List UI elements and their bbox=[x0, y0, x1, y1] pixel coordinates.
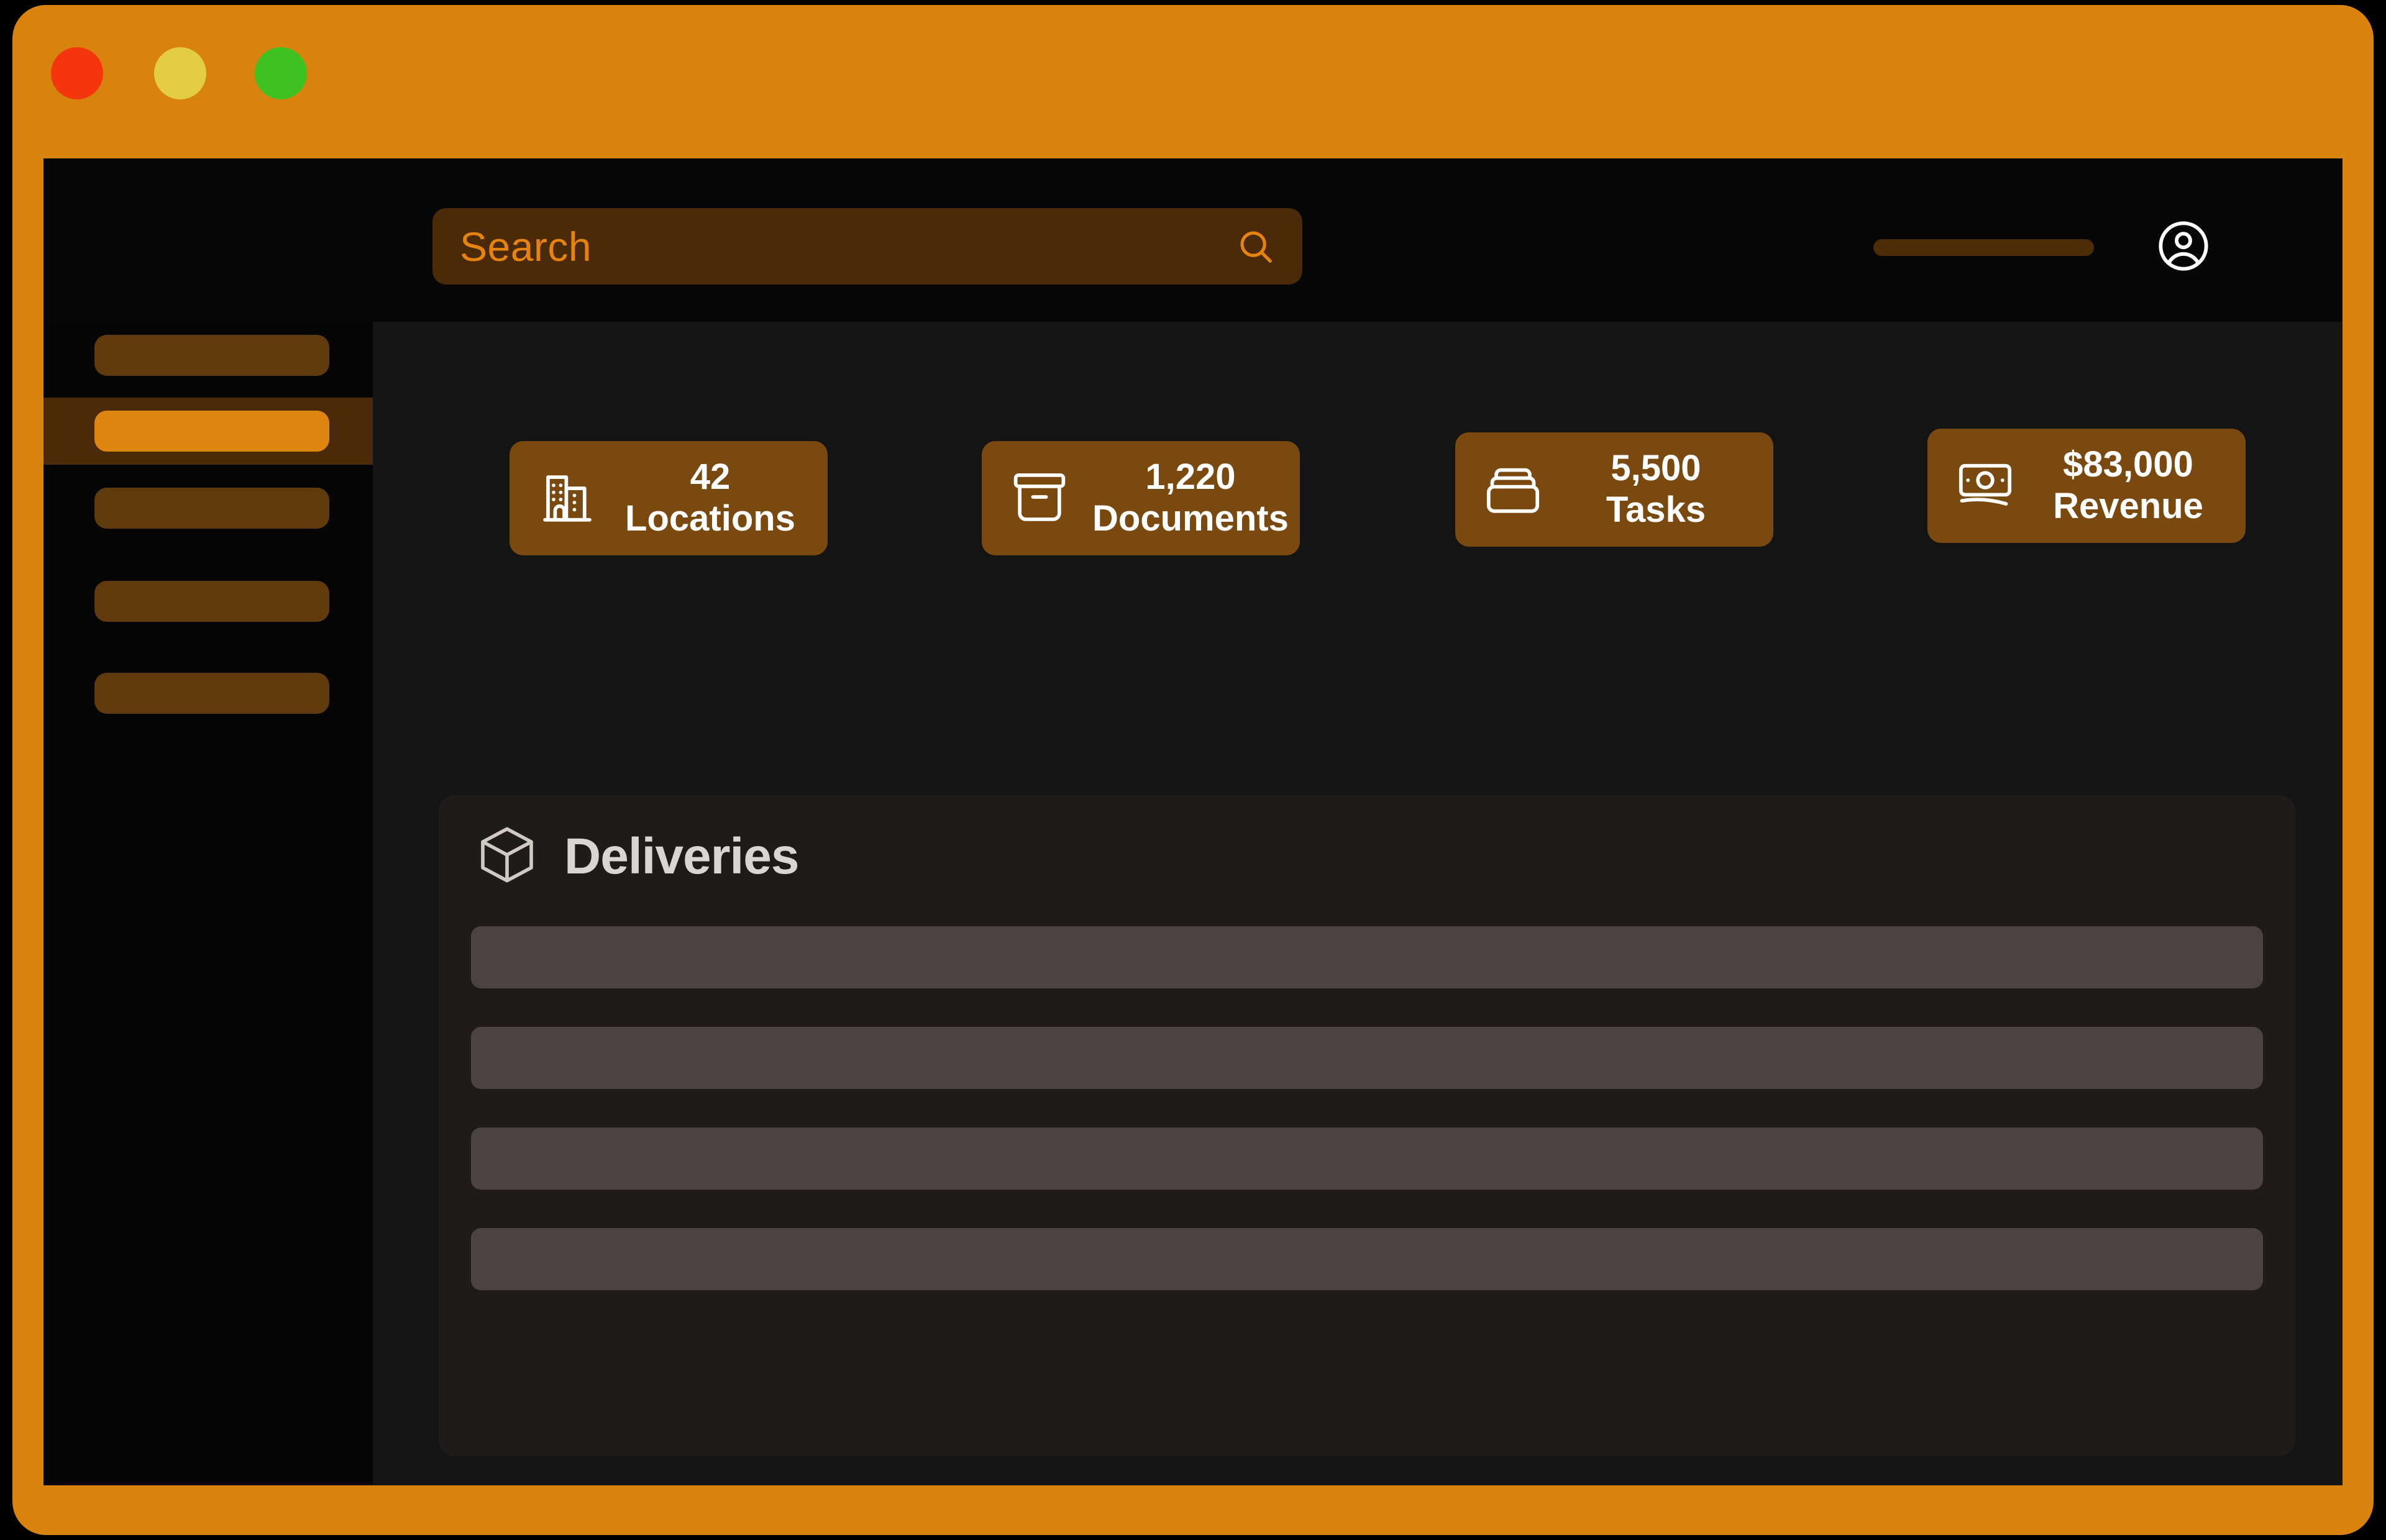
stat-label: Documents bbox=[1092, 498, 1289, 539]
stats-row: 42 Locations 1,220 Documents 5,500 Tasks… bbox=[510, 415, 2311, 570]
main-content: 42 Locations 1,220 Documents 5,500 Tasks… bbox=[373, 322, 2343, 1485]
sidebar-item-bar bbox=[94, 488, 329, 529]
minimize-window-button[interactable] bbox=[154, 47, 206, 99]
stat-card-documents[interactable]: 1,220 Documents bbox=[982, 441, 1300, 555]
list-item[interactable] bbox=[471, 1027, 2263, 1089]
cube-icon bbox=[475, 822, 539, 890]
search-input[interactable]: Search bbox=[432, 208, 1302, 285]
sidebar-item-4[interactable] bbox=[43, 568, 373, 635]
sidebar-item-bar bbox=[94, 335, 329, 376]
search-placeholder-text: Search bbox=[460, 223, 592, 270]
stat-card-locations[interactable]: 42 Locations bbox=[510, 441, 828, 555]
stat-card-tasks[interactable]: 5,500 Tasks bbox=[1455, 432, 1773, 547]
banknote-icon bbox=[1955, 454, 2016, 518]
close-window-button[interactable] bbox=[51, 47, 103, 99]
deliveries-panel-header: Deliveries bbox=[471, 822, 2263, 890]
header-placeholder-bar bbox=[1873, 239, 2094, 256]
sidebar-item-bar bbox=[94, 581, 329, 622]
sidebar-item-bar bbox=[94, 411, 329, 452]
sidebar-item-2[interactable] bbox=[43, 398, 373, 465]
stat-card-revenue[interactable]: $83,000 Revenue bbox=[1927, 429, 2246, 543]
sidebar-item-1[interactable] bbox=[43, 322, 373, 389]
stat-value: 1,220 bbox=[1145, 457, 1236, 498]
stat-value: 5,500 bbox=[1611, 448, 1701, 489]
stat-label: Revenue bbox=[2053, 486, 2203, 526]
sidebar-item-bar bbox=[94, 673, 329, 714]
page-title: Deliveries bbox=[564, 827, 799, 885]
buildings-icon bbox=[537, 467, 598, 531]
sidebar-item-3[interactable] bbox=[43, 475, 373, 542]
sidebar bbox=[43, 322, 373, 1485]
stat-label: Tasks bbox=[1606, 490, 1706, 530]
stat-label: Locations bbox=[625, 498, 795, 539]
maximize-window-button[interactable] bbox=[255, 47, 307, 99]
archive-box-icon bbox=[1009, 467, 1070, 531]
app-window: Search 42 Locations 1,220 Documents 5,50… bbox=[12, 5, 2374, 1535]
list-item[interactable] bbox=[471, 1228, 2263, 1290]
deliveries-panel: Deliveries bbox=[439, 795, 2295, 1456]
stat-value: $83,000 bbox=[2063, 444, 2193, 485]
list-item[interactable] bbox=[471, 926, 2263, 988]
sidebar-item-5[interactable] bbox=[43, 660, 373, 727]
search-icon[interactable] bbox=[1236, 227, 1275, 266]
list-item[interactable] bbox=[471, 1128, 2263, 1190]
top-header-bar: Search bbox=[43, 158, 2343, 322]
app-content: Search 42 Locations 1,220 Documents 5,50… bbox=[43, 158, 2343, 1485]
stacked-boxes-icon bbox=[1483, 458, 1543, 522]
window-titlebar bbox=[12, 5, 2374, 163]
stat-value: 42 bbox=[690, 457, 731, 498]
